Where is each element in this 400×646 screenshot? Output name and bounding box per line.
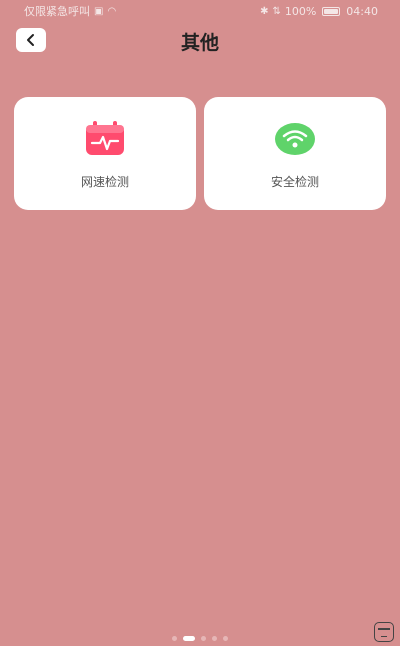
nfc-icon: ⇅ xyxy=(272,5,281,17)
header: 其他 xyxy=(0,26,400,58)
floating-tool-icon[interactable] xyxy=(374,622,394,642)
status-bar: 仅限紧急呼叫 ▣ ◠ ✱ ⇅ 100% 04:40 xyxy=(0,0,400,22)
speed-test-icon xyxy=(83,121,127,157)
security-check-card[interactable]: 安全检测 xyxy=(204,97,386,210)
wifi-security-icon xyxy=(273,121,317,157)
page-title: 其他 xyxy=(180,32,219,54)
clock-time: 04:40 xyxy=(346,4,378,18)
screen: 仅限紧急呼叫 ▣ ◠ ✱ ⇅ 100% 04:40 其他 网速检测 安全检测 xyxy=(0,0,400,646)
status-left: 仅限紧急呼叫 ▣ ◠ xyxy=(24,3,116,19)
page-dot[interactable] xyxy=(172,636,177,641)
wifi-status-icon: ◠ xyxy=(107,5,117,17)
carrier-status-text: 仅限紧急呼叫 xyxy=(24,5,90,18)
page-dot[interactable] xyxy=(223,636,228,641)
page-dot[interactable] xyxy=(212,636,217,641)
status-right: ✱ ⇅ 100% 04:40 xyxy=(260,5,378,18)
feature-cards: 网速检测 安全检测 xyxy=(14,97,386,210)
page-dot-active[interactable] xyxy=(183,636,195,641)
battery-icon xyxy=(322,6,341,16)
sim-icon: ▣ xyxy=(94,5,104,17)
bluetooth-icon: ✱ xyxy=(260,5,269,17)
page-indicator xyxy=(0,636,400,641)
page-dot[interactable] xyxy=(201,636,206,641)
speed-test-card[interactable]: 网速检测 xyxy=(14,97,196,210)
battery-percent: 100% xyxy=(284,4,317,18)
speed-test-label: 网速检测 xyxy=(80,175,129,189)
security-check-label: 安全检测 xyxy=(270,175,319,189)
